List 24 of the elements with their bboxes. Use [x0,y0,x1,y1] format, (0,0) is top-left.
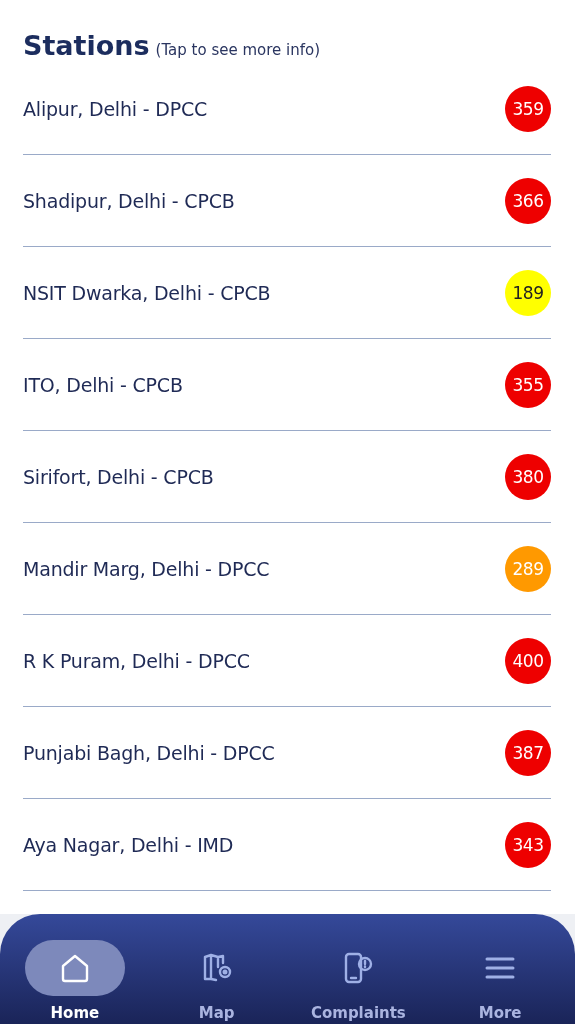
station-name[interactable]: Alipur, Delhi - DPCC [23,97,208,120]
aqi-badge: 380 [505,453,551,500]
aqi-badge: 387 [505,729,551,776]
aqi-badge: 359 [505,85,551,132]
aqi-badge: 343 [505,821,551,868]
aqi-badge: 400 [505,637,551,684]
station-name[interactable]: ITO, Delhi - CPCB [23,373,183,396]
station-name[interactable]: R K Puram, Delhi - DPCC [23,649,250,672]
station-name[interactable]: Aya Nagar, Delhi - IMD [23,833,234,856]
section-title: Stations [23,30,150,61]
aqi-badge: 189 [505,269,551,316]
station-name[interactable]: NSIT Dwarka, Delhi - CPCB [23,281,271,304]
aqi-badge: 366 [505,177,551,224]
aqi-badge: 289 [505,545,551,592]
nav-tab[interactable]: Map [145,914,288,1024]
nav-tab[interactable]: Complaints [287,914,430,1024]
nav-tab[interactable]: More [429,914,571,1024]
station-name[interactable]: Mandir Marg, Delhi - DPCC [23,557,270,580]
hint-text: (Tap to see more info) [155,41,321,59]
station-name[interactable]: Punjabi Bagh, Delhi - DPCC [23,741,275,764]
nav-tab[interactable]: Home [4,914,146,1024]
station-name[interactable]: Shadipur, Delhi - CPCB [23,189,235,212]
aqi-badge: 355 [505,361,551,408]
station-name[interactable]: Sirifort, Delhi - CPCB [23,465,214,488]
